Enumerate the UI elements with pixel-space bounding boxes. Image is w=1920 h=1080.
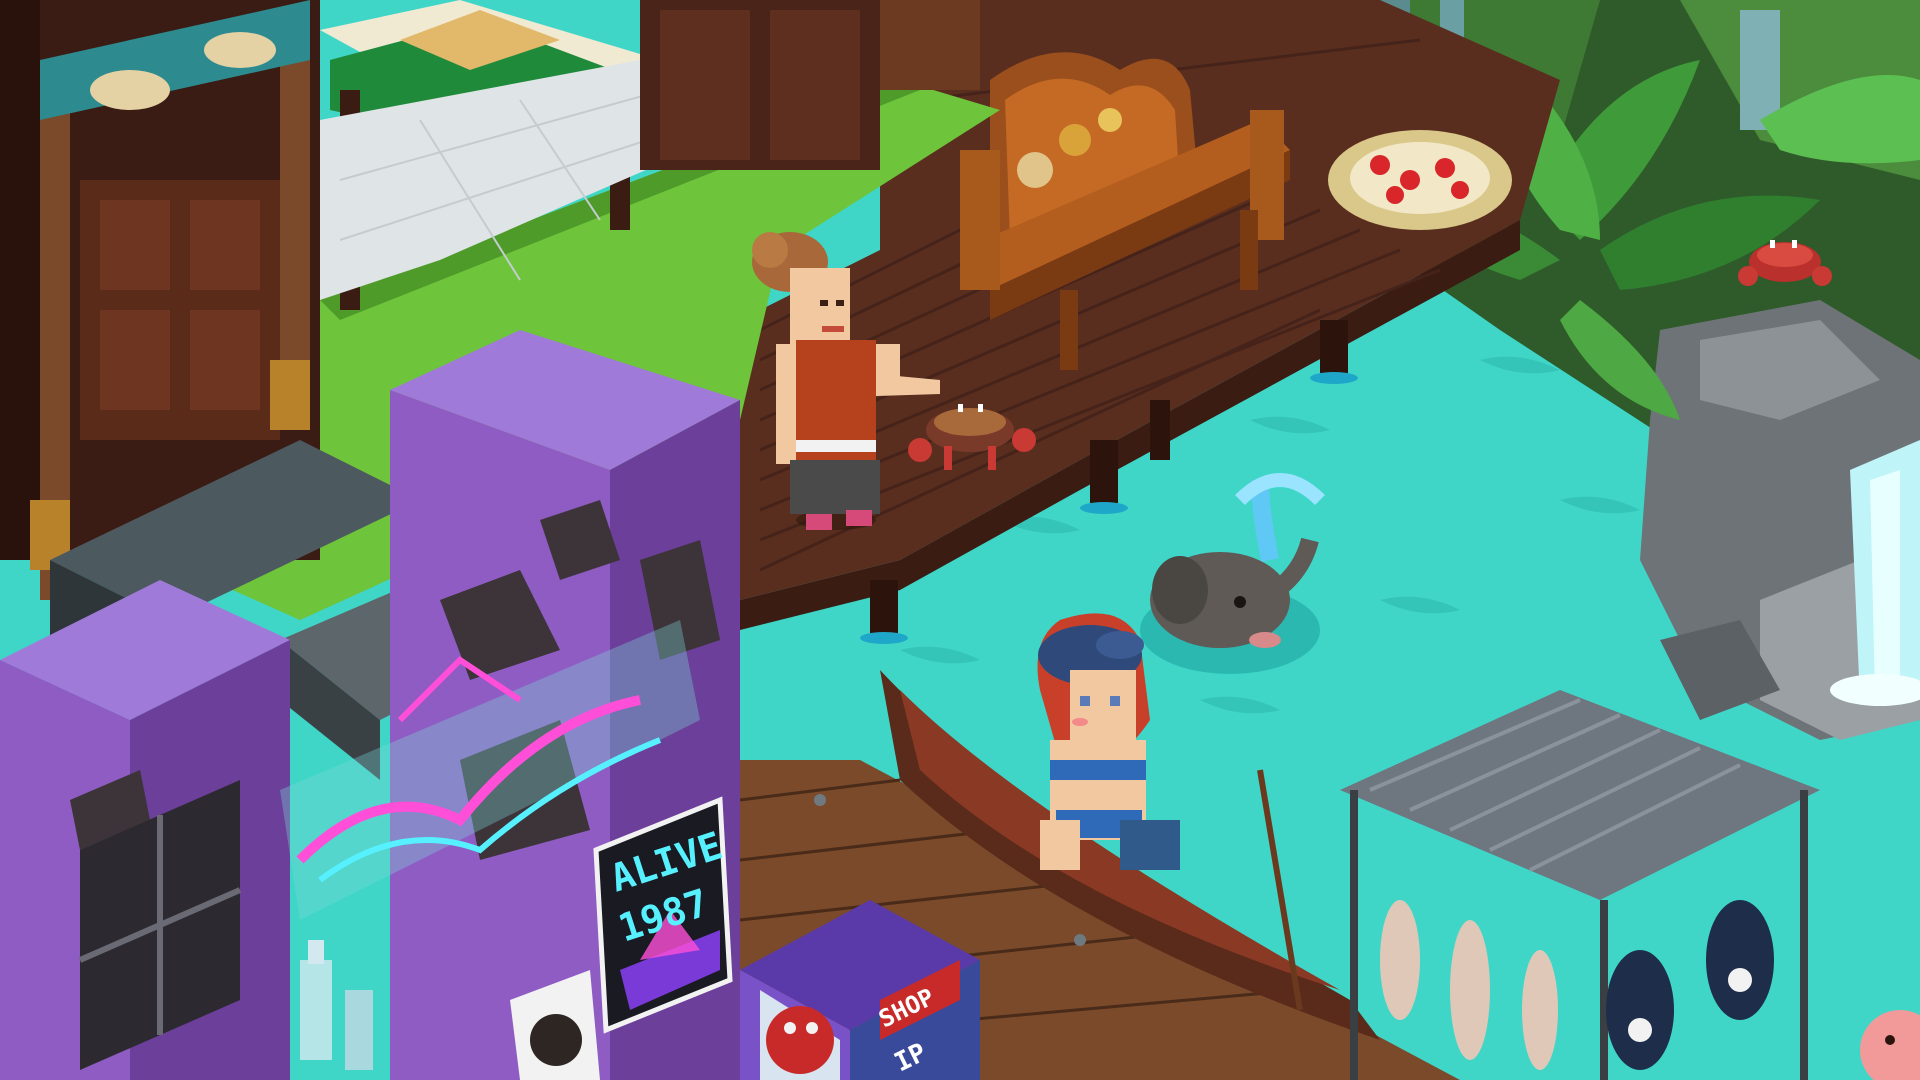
room-scene[interactable]: ALIVE 1987 SHOP IP — [0, 0, 1920, 1080]
game-viewport[interactable]: ALIVE 1987 SHOP IP — [0, 0, 1920, 1080]
lotus-flower-plate[interactable] — [1328, 130, 1512, 230]
